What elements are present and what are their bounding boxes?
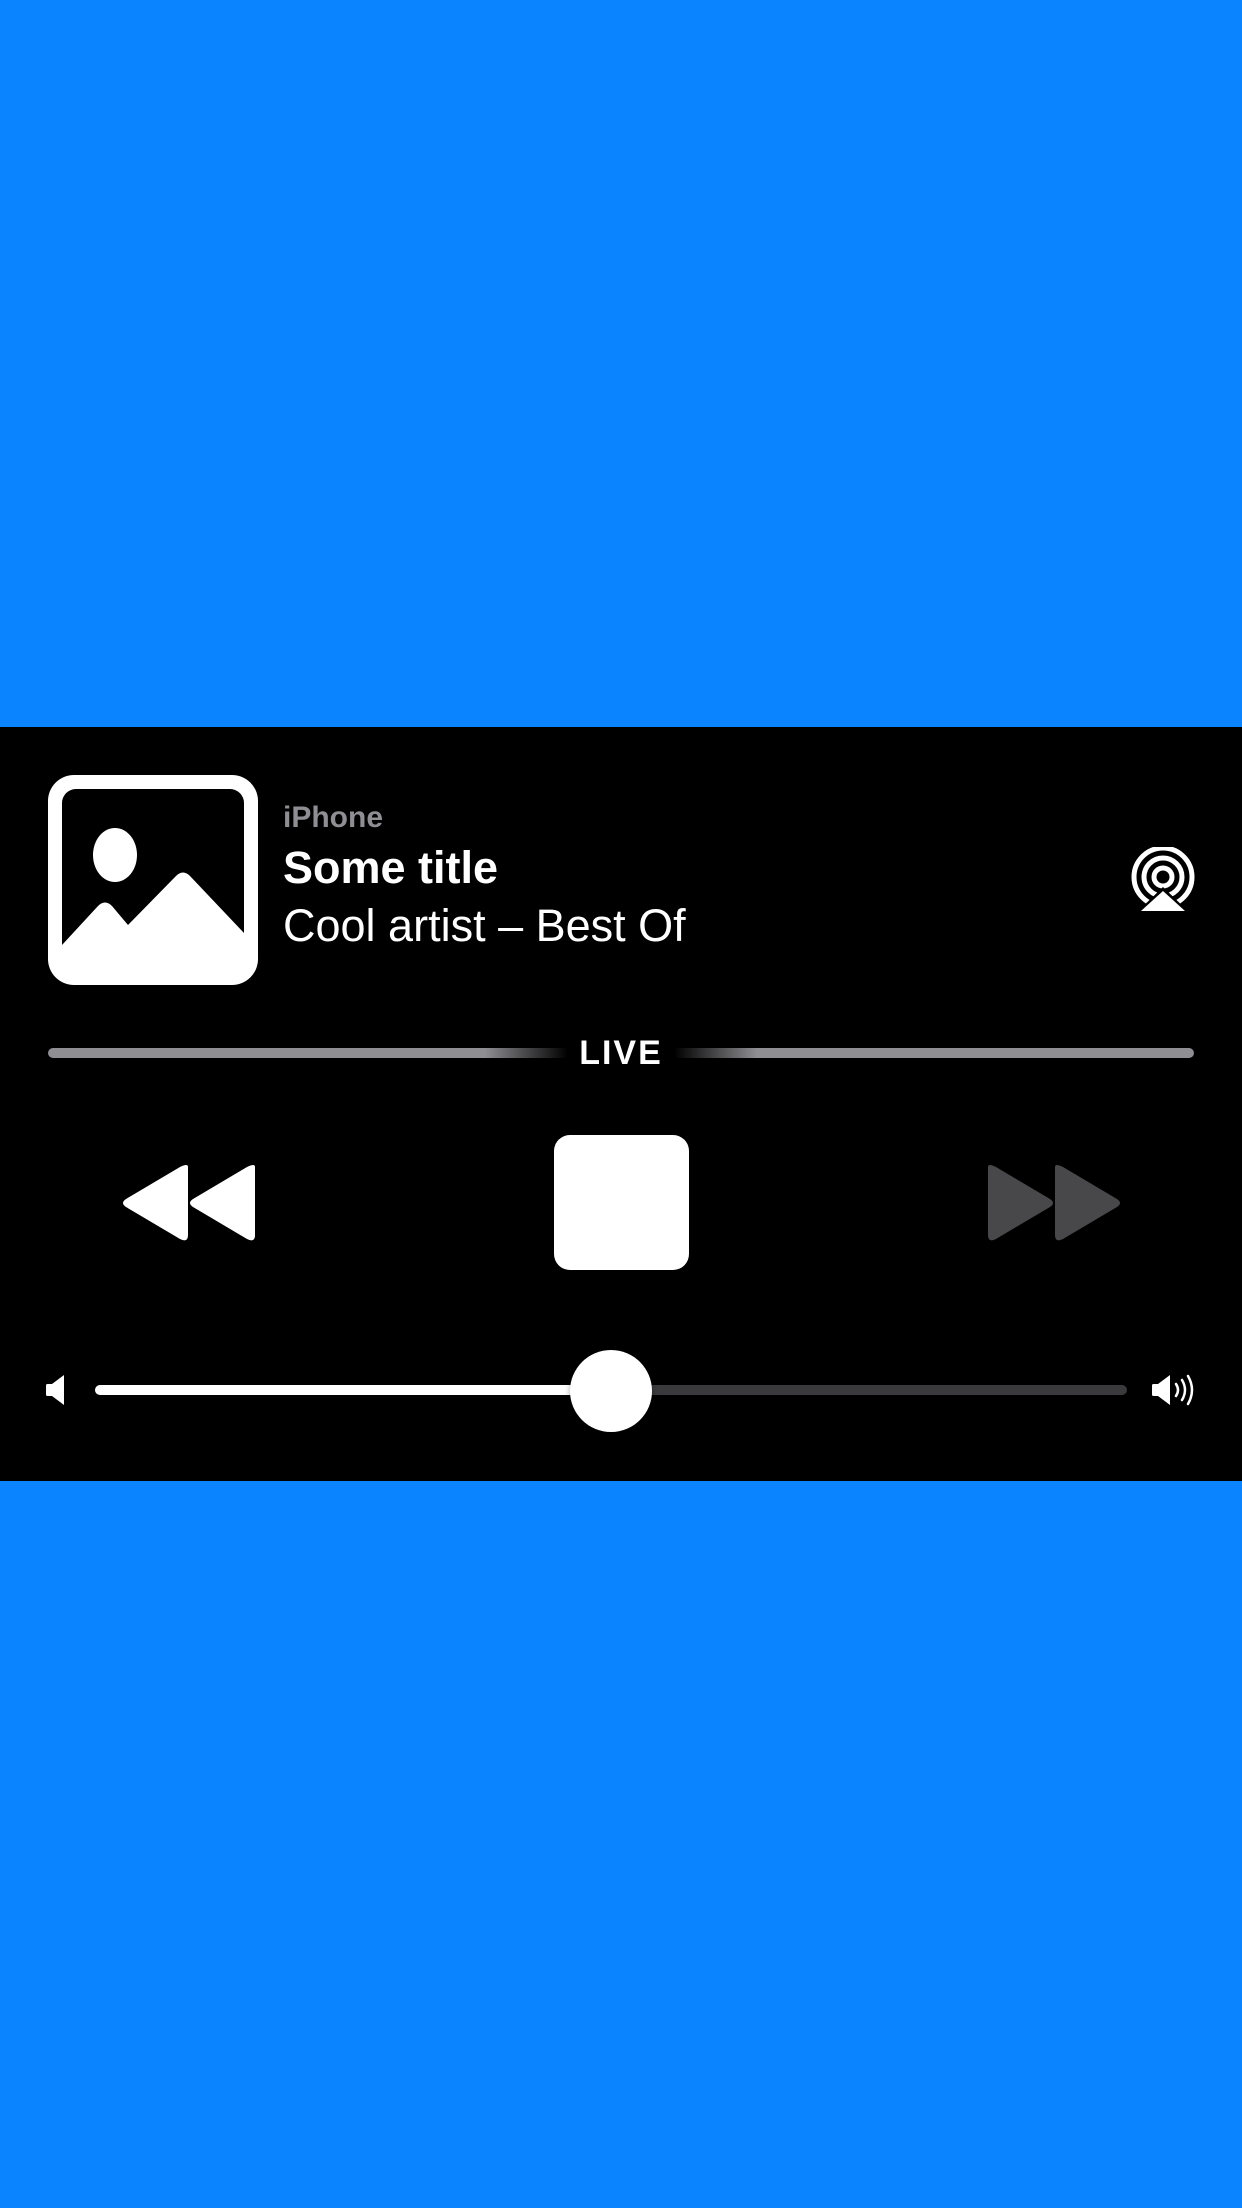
stop-icon: [554, 1135, 689, 1270]
forward-button[interactable]: [978, 1127, 1128, 1277]
now-playing-panel: iPhone Some title Cool artist – Best Of …: [0, 727, 1242, 1481]
speaker-low-icon: [44, 1373, 72, 1407]
device-label: iPhone: [283, 801, 384, 834]
track-title: Some title: [283, 842, 499, 893]
airplay-icon[interactable]: [1130, 845, 1196, 913]
live-label: LIVE: [579, 1034, 663, 1072]
track-subtitle: Cool artist – Best Of: [283, 900, 686, 951]
volume-thumb[interactable]: [570, 1350, 652, 1432]
forward-icon: [988, 1165, 1120, 1241]
stop-button[interactable]: [546, 1127, 696, 1277]
live-progress-bar: LIVE: [48, 1035, 1194, 1071]
volume-slider[interactable]: [95, 1350, 1127, 1432]
artwork-placeholder-icon: [48, 775, 258, 985]
volume-fill: [95, 1385, 611, 1395]
rewind-button[interactable]: [110, 1127, 260, 1277]
speaker-high-icon: [1150, 1373, 1198, 1407]
backward-icon: [123, 1165, 255, 1241]
